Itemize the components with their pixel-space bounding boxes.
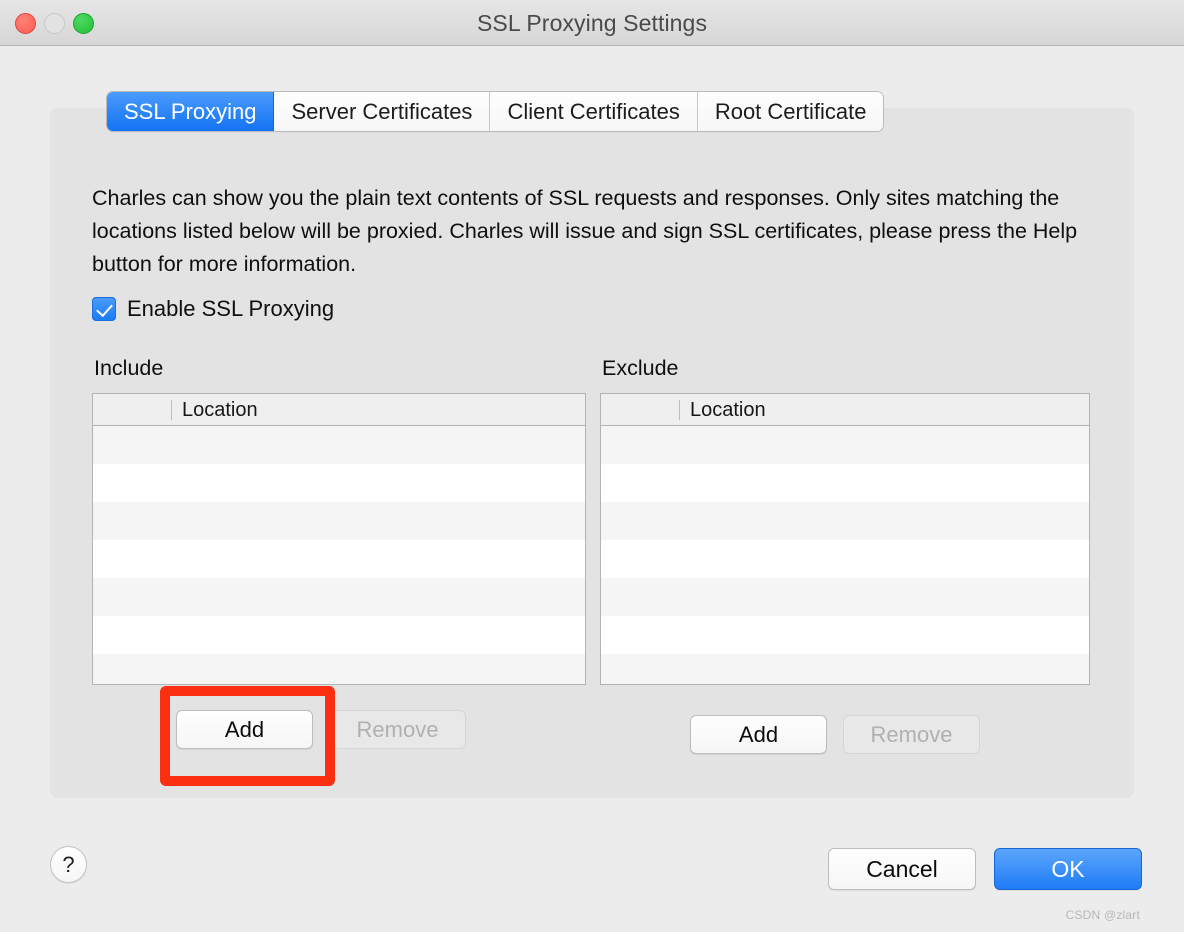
exclude-column-location[interactable]: Location [680,400,766,420]
include-table-header: Location [93,394,585,426]
enable-ssl-proxying-checkbox[interactable] [92,297,116,321]
enable-ssl-proxying-row[interactable]: Enable SSL Proxying [92,296,334,322]
table-row[interactable] [601,578,1089,616]
checkmark-icon [96,299,113,318]
exclude-header-spacer [601,400,679,420]
table-row[interactable] [93,426,585,464]
include-remove-button: Remove [329,710,466,749]
include-header-spacer [93,400,171,420]
include-add-button[interactable]: Add [176,710,313,749]
dialog-footer-buttons: Cancel OK [828,848,1142,890]
exclude-list-block: Exclude Location [600,356,1090,685]
window-titlebar: SSL Proxying Settings [0,0,1184,46]
table-row[interactable] [93,464,585,502]
tab-root-certificate[interactable]: Root Certificate [697,92,884,131]
include-column-location[interactable]: Location [172,400,258,420]
tab-bar: SSL Proxying Server Certificates Client … [107,92,884,131]
include-list-block: Include Location [92,356,586,685]
ssl-proxying-settings-window: SSL Proxying Settings SSL Proxying Serve… [0,0,1184,932]
include-title: Include [94,356,164,380]
tab-client-certificates[interactable]: Client Certificates [490,92,698,131]
table-row[interactable] [93,578,585,616]
ssl-proxying-panel: Charles can show you the plain text cont… [50,108,1134,798]
include-table-body[interactable] [93,426,585,684]
cancel-button[interactable]: Cancel [828,848,976,890]
exclude-buttons: Add Remove [690,715,980,754]
exclude-table-header: Location [601,394,1089,426]
exclude-table[interactable]: Location [600,393,1090,685]
panel-description: Charles can show you the plain text cont… [92,186,1078,276]
table-row[interactable] [601,654,1089,684]
exclude-title: Exclude [602,356,679,380]
exclude-remove-button: Remove [843,715,980,754]
exclude-add-button[interactable]: Add [690,715,827,754]
help-button[interactable]: ? [50,846,87,883]
table-row[interactable] [601,616,1089,654]
include-table[interactable]: Location [92,393,586,685]
watermark-text: CSDN @zlart [1065,908,1140,922]
table-row[interactable] [601,540,1089,578]
table-row[interactable] [93,540,585,578]
enable-ssl-proxying-label: Enable SSL Proxying [127,296,335,321]
window-title: SSL Proxying Settings [476,10,708,36]
table-row[interactable] [601,426,1089,464]
table-row[interactable] [93,502,585,540]
table-row[interactable] [601,502,1089,540]
table-row[interactable] [93,616,585,654]
table-row[interactable] [601,464,1089,502]
tab-ssl-proxying[interactable]: SSL Proxying [107,92,275,131]
ok-button[interactable]: OK [994,848,1142,890]
include-buttons: Add Remove [176,710,466,749]
exclude-table-body[interactable] [601,426,1089,684]
tab-server-certificates[interactable]: Server Certificates [274,92,491,131]
table-row[interactable] [93,654,585,684]
